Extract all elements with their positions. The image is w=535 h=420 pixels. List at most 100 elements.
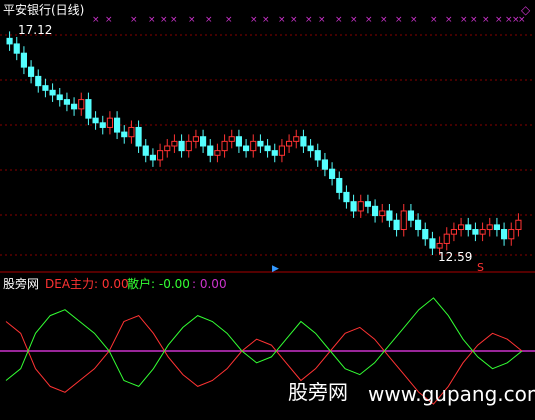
candle-body — [235, 136, 242, 147]
candle-body — [192, 136, 199, 142]
candle-body — [458, 224, 465, 231]
candle-body — [350, 201, 357, 212]
candle-body — [42, 85, 49, 91]
candle-body — [357, 201, 364, 212]
candle-body — [106, 117, 114, 128]
candle-body — [472, 229, 479, 235]
candle-body — [99, 122, 106, 128]
candle-body — [336, 177, 343, 193]
candle-body — [407, 210, 415, 221]
candle-body — [364, 201, 372, 207]
signal-x: × — [105, 15, 113, 25]
candle-body — [264, 145, 271, 152]
candle-body — [28, 66, 35, 77]
signal-x: × — [225, 15, 233, 25]
candle-body — [71, 103, 78, 110]
candle-body — [515, 219, 522, 231]
candle-body — [6, 37, 13, 45]
candle-body — [443, 233, 450, 244]
signal-x: × — [430, 15, 438, 25]
candle-body — [493, 224, 501, 231]
signal-x: × — [170, 15, 178, 25]
signal-x: × — [160, 15, 168, 25]
watermark-url: www.gupang.com — [368, 382, 535, 406]
candle-body — [307, 145, 314, 152]
signal-x: × — [445, 15, 453, 25]
candle-body — [479, 229, 486, 235]
candle-body — [121, 131, 128, 138]
candle-body — [250, 140, 257, 152]
candle-body — [85, 99, 92, 119]
candle-body — [56, 94, 63, 101]
candle-body — [142, 145, 149, 156]
candle-body — [257, 140, 264, 147]
chart-title: 平安银行(日线) — [3, 3, 85, 17]
high-price-marker: 17.12 — [18, 23, 53, 37]
signal-x: × — [495, 15, 503, 25]
candle-body — [508, 229, 515, 240]
candle-body — [372, 205, 379, 217]
candle-body — [228, 136, 235, 142]
signal-x: × — [395, 15, 403, 25]
candle-body — [379, 210, 386, 217]
signal-x: × — [262, 15, 270, 25]
candle-body — [114, 117, 121, 133]
candle-body — [221, 140, 228, 152]
indicator-name: 股旁网 — [3, 277, 40, 291]
signal-x: × — [188, 15, 196, 25]
signal-x: × — [335, 15, 343, 25]
candle-body — [501, 229, 508, 240]
candle-body — [35, 75, 42, 87]
candle-body — [92, 117, 99, 124]
candle-body — [422, 229, 429, 240]
sell-signal-s: S — [477, 261, 484, 274]
signal-x: × — [460, 15, 468, 25]
candle-body — [78, 99, 85, 110]
watermark-cn: 股旁网 — [288, 380, 348, 404]
candle-body — [400, 210, 407, 231]
low-price-marker: 12.59 — [438, 250, 473, 264]
candle-body — [329, 168, 336, 179]
bottom-arrow-marker: ▶ — [272, 264, 279, 274]
signal-diamond: ◇ — [521, 3, 531, 17]
candle-body — [436, 242, 443, 249]
candle-body — [343, 191, 350, 203]
sanhu-label: 散户: -0.00 — [127, 277, 190, 291]
candle-body — [450, 229, 458, 235]
candle-body — [314, 150, 321, 161]
candle-body — [271, 150, 278, 156]
candle-body — [286, 140, 293, 147]
candle-body — [465, 224, 472, 231]
signal-x: × — [410, 15, 418, 25]
candle-body — [178, 140, 185, 152]
signal-x: × — [205, 15, 213, 25]
dea-label: DEA主力: 0.00 — [45, 277, 129, 291]
candle-body — [128, 126, 135, 138]
candle-body — [321, 159, 329, 170]
candle-body — [20, 52, 28, 68]
signal-x: × — [278, 15, 286, 25]
signal-x: × — [305, 15, 313, 25]
candle-body — [207, 145, 214, 156]
signal-x: × — [365, 15, 373, 25]
candle-body — [214, 150, 221, 156]
signal-x: × — [380, 15, 388, 25]
candle-body — [386, 210, 393, 221]
candle-body — [13, 43, 20, 54]
signal-x: × — [350, 15, 358, 25]
candle-body — [135, 126, 142, 147]
candle-body — [200, 136, 207, 147]
stock-chart[interactable]: × × × × × × × × × × × × × × × × × × × × × × × × × × × × ×× ▶ — [0, 0, 535, 420]
signal-x: × — [482, 15, 490, 25]
candle-body — [486, 224, 493, 231]
candle-body — [157, 150, 164, 161]
signal-x: × — [130, 15, 138, 25]
candle-body — [164, 145, 171, 152]
signal-x: × — [148, 15, 156, 25]
signal-x: × — [92, 15, 100, 25]
candle-body — [149, 154, 156, 161]
candle-body — [293, 136, 300, 142]
signal-x: × — [318, 15, 326, 25]
signal-x: × — [290, 15, 298, 25]
candle-body — [429, 238, 436, 249]
